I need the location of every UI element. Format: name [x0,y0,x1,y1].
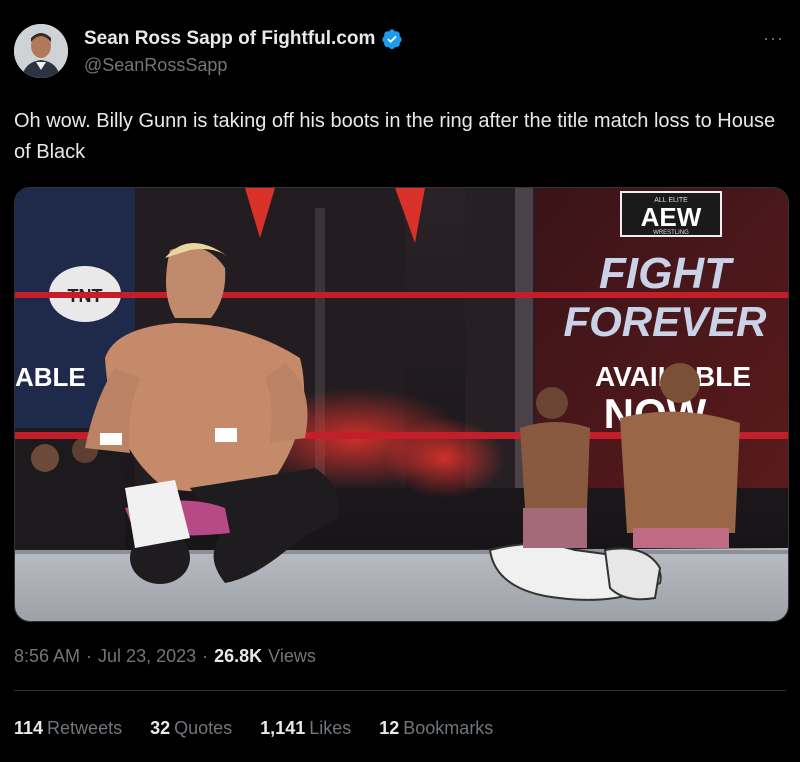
svg-text:FOREVER: FOREVER [563,298,767,345]
views-label: Views [268,646,316,666]
meta-separator: · [202,646,209,666]
likes-label: Likes [309,718,352,738]
bookmarks-count: 12 [379,718,400,738]
author-name-row[interactable]: Sean Ross Sapp of Fightful.com [84,28,403,50]
avatar-image [14,24,68,78]
bookmarks-label: Bookmarks [403,718,494,738]
tweet-date[interactable]: Jul 23, 2023 [98,646,196,667]
views-count: 26.8K [214,646,263,666]
svg-text:WRESTLING: WRESTLING [653,230,689,236]
retweets-stat[interactable]: 114 Retweets [14,718,122,739]
author-display-name[interactable]: Sean Ross Sapp of Fightful.com [84,28,375,50]
quotes-count: 32 [150,718,171,738]
meta-separator: · [86,646,93,666]
wrestling-ring-photo: ALL ELITE AEW WRESTLING FIGHT FOREVER AV… [15,188,788,621]
tweet-time[interactable]: 8:56 AM [14,646,80,667]
tweet-media-image[interactable]: ALL ELITE AEW WRESTLING FIGHT FOREVER AV… [14,187,789,622]
divider [14,690,786,691]
retweets-count: 114 [14,718,44,738]
tweet-text: Oh wow. Billy Gunn is taking off his boo… [14,110,776,163]
verified-badge-icon [382,29,402,50]
bookmarks-stat[interactable]: 12 Bookmarks [379,718,493,739]
author-handle[interactable]: @SeanRossSapp [84,55,227,76]
svg-text:ABLE: ABLE [15,362,86,392]
tweet-meta: 8:56 AM · Jul 23, 2023 · 26.8K Views [14,646,316,667]
svg-text:FIGHT: FIGHT [599,249,734,298]
likes-count: 1,141 [260,718,306,738]
retweets-label: Retweets [47,718,123,738]
quotes-stat[interactable]: 32 Quotes [150,718,232,739]
engagement-stats: 114 Retweets 32 Quotes 1,141 Likes 12 Bookma… [14,718,493,739]
more-options-icon[interactable]: ··· [763,28,784,49]
likes-stat[interactable]: 1,141 Likes [260,718,351,739]
avatar[interactable] [14,24,68,78]
aew-logo: ALL ELITE AEW WRESTLING [620,191,722,237]
quotes-label: Quotes [174,718,233,738]
svg-text:AEW: AEW [641,202,702,232]
